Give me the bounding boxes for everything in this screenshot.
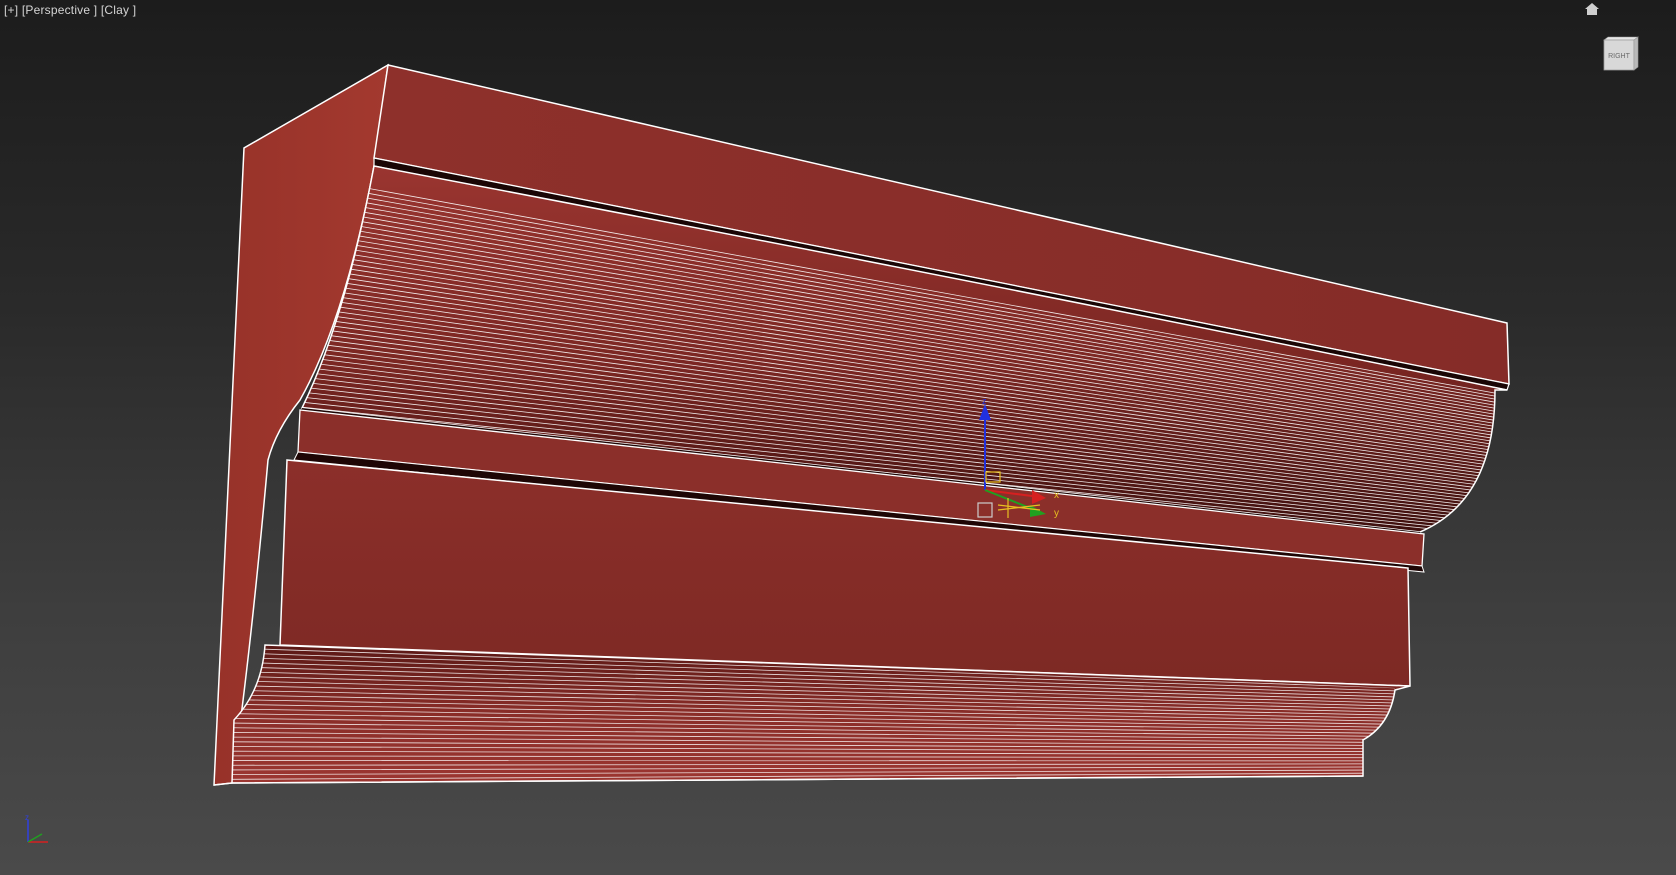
world-axis-z-label: z <box>25 813 29 822</box>
viewcube-icon[interactable]: RIGHT <box>1600 34 1642 72</box>
home-icon[interactable] <box>1585 3 1599 15</box>
perspective-viewport[interactable]: [+] [Perspective ] [Clay ] z x y RIGHT z <box>0 0 1676 875</box>
gizmo-x-label: x <box>1054 490 1059 501</box>
gizmo-z-label: z <box>982 396 987 406</box>
world-axis-icon: z <box>25 813 48 843</box>
viewcube-face-label: RIGHT <box>1608 53 1631 60</box>
gizmo-y-label: y <box>1054 508 1059 519</box>
scene-canvas[interactable]: z x y <box>0 0 1676 875</box>
